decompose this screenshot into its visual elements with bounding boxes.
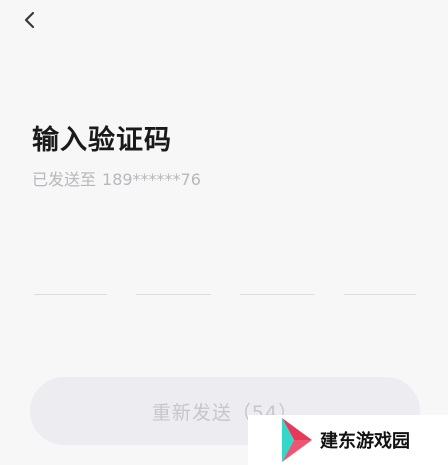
code-digit-3[interactable]: [240, 260, 314, 295]
code-digit-2[interactable]: [136, 260, 211, 295]
code-digit-1[interactable]: [34, 260, 107, 295]
sent-to-label: 已发送至: [32, 170, 97, 189]
masked-phone-number: 189******76: [102, 170, 201, 189]
page-title: 输入验证码: [32, 125, 172, 156]
watermark: 建东游戏园: [248, 415, 448, 465]
back-button[interactable]: [16, 6, 44, 34]
code-digit-4[interactable]: [344, 260, 416, 295]
play-arrow-logo: [282, 418, 312, 462]
verification-code-inputs: [0, 260, 448, 300]
sent-to-hint: 已发送至 189******76: [32, 166, 201, 190]
chevron-left-icon: [24, 11, 35, 29]
watermark-text: 建东游戏园: [320, 431, 410, 452]
